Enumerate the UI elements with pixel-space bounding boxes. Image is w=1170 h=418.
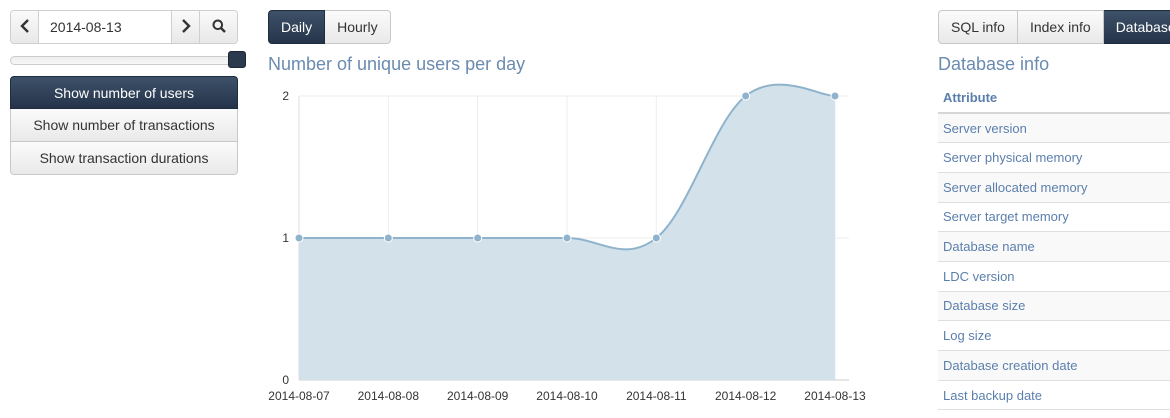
- y-tick-label: 2: [282, 89, 289, 103]
- attribute-log-size[interactable]: Log size: [938, 320, 1170, 351]
- tab-index-info[interactable]: Index info: [1017, 10, 1104, 44]
- table-row: Database name: [938, 231, 1170, 262]
- granularity-toggle: Daily Hourly: [268, 10, 391, 44]
- search-button[interactable]: [199, 11, 237, 43]
- table-row: Server target memory: [938, 202, 1170, 233]
- database-info-table: Attribute Server version Server physical…: [938, 82, 1170, 411]
- slider-handle[interactable]: [228, 51, 246, 68]
- data-point[interactable]: [651, 233, 661, 243]
- search-icon: [212, 19, 226, 36]
- attribute-server-physical-memory[interactable]: Server physical memory: [938, 142, 1170, 173]
- users-area-chart: 0 1 2 2014-08-07 2014-08-08 2014-08-09 2014-08…: [268, 83, 866, 403]
- attribute-database-creation-date[interactable]: Database creation date: [938, 350, 1170, 381]
- date-input[interactable]: [39, 11, 171, 43]
- y-tick-label: 1: [282, 231, 289, 245]
- attribute-server-target-memory[interactable]: Server target memory: [938, 202, 1170, 233]
- attribute-database-size[interactable]: Database size: [938, 291, 1170, 322]
- date-navigator: [10, 10, 238, 44]
- daily-button[interactable]: Daily: [268, 10, 326, 44]
- attribute-server-version[interactable]: Server version: [938, 113, 1170, 144]
- attribute-last-backup-date[interactable]: Last backup date: [938, 380, 1170, 411]
- attribute-database-name[interactable]: Database name: [938, 231, 1170, 262]
- hourly-button[interactable]: Hourly: [325, 10, 391, 44]
- x-tick-label: 2014-08-13: [804, 389, 866, 403]
- attribute-server-allocated-memory[interactable]: Server allocated memory: [938, 172, 1170, 203]
- x-tick-label: 2014-08-10: [536, 389, 598, 403]
- table-row: Server physical memory: [938, 142, 1170, 173]
- info-tabs: SQL info Index info Database info: [938, 10, 1170, 44]
- date-slider[interactable]: [10, 51, 246, 68]
- column-header-attribute: Attribute: [938, 82, 1170, 114]
- slider-track[interactable]: [10, 56, 238, 65]
- tab-database-info[interactable]: Database info: [1103, 10, 1170, 44]
- show-transactions-button[interactable]: Show number of transactions: [10, 109, 238, 142]
- table-row: Last backup date: [938, 380, 1170, 411]
- chevron-right-icon: [181, 18, 191, 36]
- table-row: Server allocated memory: [938, 172, 1170, 203]
- show-durations-button[interactable]: Show transaction durations: [10, 142, 238, 175]
- x-tick-label: 2014-08-08: [358, 389, 420, 403]
- show-users-button[interactable]: Show number of users: [10, 76, 238, 109]
- chevron-left-icon: [19, 18, 30, 36]
- table-row: Server version: [938, 113, 1170, 144]
- data-point[interactable]: [741, 91, 751, 101]
- x-tick-label: 2014-08-11: [626, 389, 687, 403]
- data-point[interactable]: [473, 233, 483, 243]
- attribute-ldc-version[interactable]: LDC version: [938, 261, 1170, 292]
- x-tick-label: 2014-08-09: [447, 389, 509, 403]
- table-row: Database size: [938, 291, 1170, 322]
- tab-sql-info[interactable]: SQL info: [938, 10, 1018, 44]
- x-tick-label: 2014-08-12: [715, 389, 777, 403]
- section-title: Database info: [938, 54, 1050, 74]
- data-point[interactable]: [383, 233, 393, 243]
- x-tick-label: 2014-08-07: [268, 389, 330, 403]
- chart-title: Number of unique users per day: [268, 54, 526, 74]
- data-point[interactable]: [830, 91, 840, 101]
- y-tick-label: 0: [282, 373, 289, 387]
- data-point[interactable]: [562, 233, 572, 243]
- metric-menu: Show number of users Show number of tran…: [10, 76, 238, 175]
- table-row: LDC version: [938, 261, 1170, 292]
- next-day-button[interactable]: [171, 11, 199, 43]
- previous-day-button[interactable]: [11, 11, 39, 43]
- table-row: Database creation date: [938, 350, 1170, 381]
- data-point[interactable]: [294, 233, 304, 243]
- table-row: Log size: [938, 320, 1170, 351]
